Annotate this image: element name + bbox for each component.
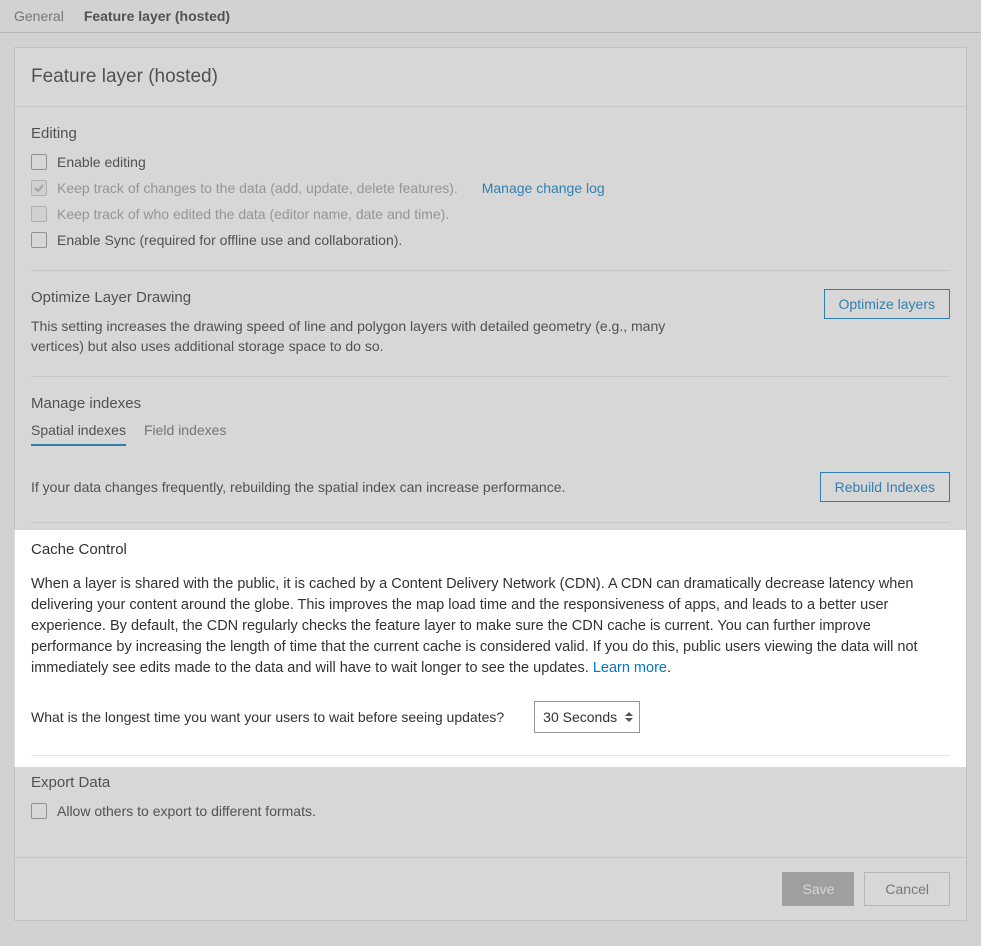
cache-question: What is the longest time you want your u… xyxy=(31,709,504,725)
checkbox-track-changes xyxy=(31,180,47,196)
select-stepper-icon xyxy=(625,712,633,722)
cache-para-text: When a layer is shared with the public, … xyxy=(31,576,918,676)
row-track-who: Keep track of who edited the data (edito… xyxy=(31,204,950,224)
section-indexes: Manage indexes Spatial indexes Field ind… xyxy=(31,377,950,502)
indexes-desc: If your data changes frequently, rebuild… xyxy=(31,479,565,495)
index-subtabs: Spatial indexes Field indexes xyxy=(31,422,950,446)
section-optimize: Optimize Layer Drawing This setting incr… xyxy=(31,271,950,356)
row-enable-editing: Enable editing xyxy=(31,152,950,172)
link-manage-change-log[interactable]: Manage change log xyxy=(482,178,605,198)
label-track-who: Keep track of who edited the data (edito… xyxy=(57,204,449,224)
cache-time-value: 30 Seconds xyxy=(543,709,617,725)
checkbox-allow-export[interactable] xyxy=(31,803,47,819)
optimize-heading: Optimize Layer Drawing xyxy=(31,289,671,306)
rebuild-indexes-button[interactable]: Rebuild Indexes xyxy=(820,472,950,502)
cancel-button[interactable]: Cancel xyxy=(864,872,950,906)
checkbox-enable-editing[interactable] xyxy=(31,154,47,170)
label-enable-editing: Enable editing xyxy=(57,152,146,172)
editing-heading: Editing xyxy=(31,125,950,142)
label-allow-export: Allow others to export to different form… xyxy=(57,801,316,821)
footer: Save Cancel xyxy=(15,857,966,920)
settings-panel: Feature layer (hosted) Editing Enable ed… xyxy=(14,47,967,921)
cache-heading: Cache Control xyxy=(31,541,950,558)
page-title: Feature layer (hosted) xyxy=(15,48,966,107)
tab-feature-layer[interactable]: Feature layer (hosted) xyxy=(84,8,230,24)
cache-description: When a layer is shared with the public, … xyxy=(31,574,950,679)
section-export: Export Data Allow others to export to di… xyxy=(31,756,950,845)
save-button[interactable]: Save xyxy=(782,872,854,906)
optimize-layers-button[interactable]: Optimize layers xyxy=(824,289,950,319)
row-allow-export: Allow others to export to different form… xyxy=(31,801,950,821)
link-learn-more[interactable]: Learn more xyxy=(593,660,667,676)
checkbox-track-who xyxy=(31,206,47,222)
export-heading: Export Data xyxy=(31,774,950,791)
label-track-changes: Keep track of changes to the data (add, … xyxy=(57,178,458,198)
optimize-desc: This setting increases the drawing speed… xyxy=(31,316,671,356)
row-enable-sync: Enable Sync (required for offline use an… xyxy=(31,230,950,250)
section-cache-control: Cache Control When a layer is shared wit… xyxy=(31,523,950,733)
subtab-field-indexes[interactable]: Field indexes xyxy=(144,422,227,446)
row-track-changes: Keep track of changes to the data (add, … xyxy=(31,178,950,198)
label-enable-sync: Enable Sync (required for offline use an… xyxy=(57,230,402,250)
indexes-row: If your data changes frequently, rebuild… xyxy=(31,472,950,502)
subtab-spatial-indexes[interactable]: Spatial indexes xyxy=(31,422,126,446)
top-tabs: General Feature layer (hosted) xyxy=(0,0,981,33)
cache-period: . xyxy=(667,660,671,676)
indexes-heading: Manage indexes xyxy=(31,395,950,412)
cache-time-select[interactable]: 30 Seconds xyxy=(534,701,640,733)
checkbox-enable-sync[interactable] xyxy=(31,232,47,248)
section-editing: Editing Enable editing Keep track of cha… xyxy=(31,107,950,250)
panel-body: Editing Enable editing Keep track of cha… xyxy=(15,107,966,857)
cache-controls-row: What is the longest time you want your u… xyxy=(31,701,950,733)
tab-general[interactable]: General xyxy=(14,8,64,24)
